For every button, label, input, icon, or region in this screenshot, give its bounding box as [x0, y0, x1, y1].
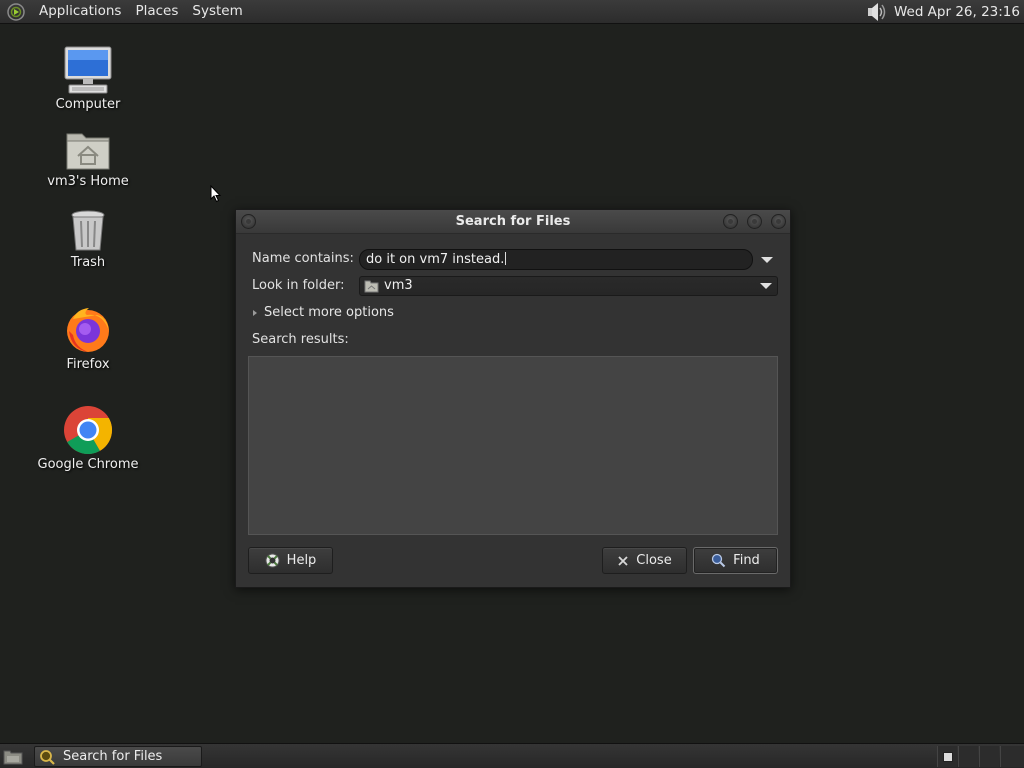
name-history-dropdown-icon[interactable]	[756, 249, 778, 270]
maximize-button[interactable]	[747, 214, 762, 229]
search-results-label: Search results:	[252, 332, 349, 347]
minimize-button[interactable]	[723, 214, 738, 229]
close-button[interactable]: Close	[602, 547, 687, 574]
dialog-titlebar[interactable]: Search for Files	[236, 210, 790, 234]
home-folder-icon	[66, 133, 110, 170]
select-more-options-expander[interactable]: Select more options	[252, 305, 394, 320]
desktop-icon-chrome[interactable]: Google Chrome	[33, 405, 143, 472]
workspace-1[interactable]	[937, 746, 957, 767]
search-icon	[712, 553, 726, 568]
find-button-label: Find	[733, 553, 760, 568]
bottom-panel: Search for Files	[0, 743, 1024, 768]
name-contains-value: do it on vm7 instead.	[366, 252, 505, 267]
chrome-icon	[64, 406, 113, 455]
computer-icon	[64, 46, 112, 94]
clock[interactable]: Wed Apr 26, 23:16	[892, 4, 1024, 20]
desktop-icon-label: Firefox	[66, 357, 110, 372]
desktop-icon-home[interactable]: vm3's Home	[33, 128, 143, 189]
top-panel: Applications Places System Wed Apr 26, 2…	[0, 0, 1024, 24]
applications-menu[interactable]: Applications	[32, 0, 128, 24]
workspace-3[interactable]	[979, 746, 999, 767]
taskbar-item-label: Search for Files	[63, 749, 163, 764]
select-more-options-label: Select more options	[264, 305, 394, 320]
workspace-4[interactable]	[1000, 746, 1024, 767]
taskbar-search-for-files[interactable]: Search for Files	[34, 746, 202, 767]
search-results-list[interactable]	[248, 356, 778, 535]
desktop-icon-trash[interactable]: Trash	[33, 209, 143, 270]
name-contains-input[interactable]: do it on vm7 instead.	[359, 249, 753, 270]
workspace-window-thumbnail	[943, 752, 953, 762]
main-menu-logo-icon[interactable]	[6, 2, 26, 22]
desktop-icon-label: vm3's Home	[47, 174, 129, 189]
desktop-icon-firefox[interactable]: Firefox	[33, 305, 143, 372]
desktop-icon-label: Trash	[70, 255, 106, 270]
home-folder-icon	[364, 280, 379, 293]
workspace-2[interactable]	[958, 746, 978, 767]
firefox-icon	[67, 308, 109, 352]
look-in-folder-label: Look in folder:	[252, 278, 345, 293]
places-menu[interactable]: Places	[128, 0, 185, 24]
expander-arrow-icon	[253, 309, 257, 316]
chevron-down-icon	[760, 283, 772, 289]
look-in-folder-combo[interactable]: vm3	[359, 276, 778, 296]
close-icon	[618, 555, 628, 566]
mouse-pointer-icon	[210, 185, 222, 203]
text-caret	[505, 252, 507, 265]
volume-icon[interactable]	[864, 1, 888, 23]
trash-icon	[71, 210, 105, 251]
desktop-icon-label: Google Chrome	[37, 457, 139, 472]
desktop-icon-label: Computer	[55, 97, 121, 112]
system-menu[interactable]: System	[185, 0, 249, 24]
help-button[interactable]: Help	[248, 547, 333, 574]
dialog-title: Search for Files	[455, 214, 571, 229]
search-icon	[40, 750, 55, 765]
help-button-label: Help	[286, 553, 317, 568]
look-in-folder-value: vm3	[384, 278, 413, 293]
desktop-icon-computer[interactable]: Computer	[33, 45, 143, 112]
name-contains-label: Name contains:	[252, 251, 354, 266]
search-for-files-dialog: Search for Files Name contains: do it on…	[235, 209, 791, 588]
show-desktop-icon[interactable]	[3, 748, 23, 765]
close-window-button[interactable]	[771, 214, 786, 229]
help-lifebuoy-icon	[265, 553, 280, 568]
find-button[interactable]: Find	[693, 547, 778, 574]
close-button-label: Close	[636, 553, 672, 568]
